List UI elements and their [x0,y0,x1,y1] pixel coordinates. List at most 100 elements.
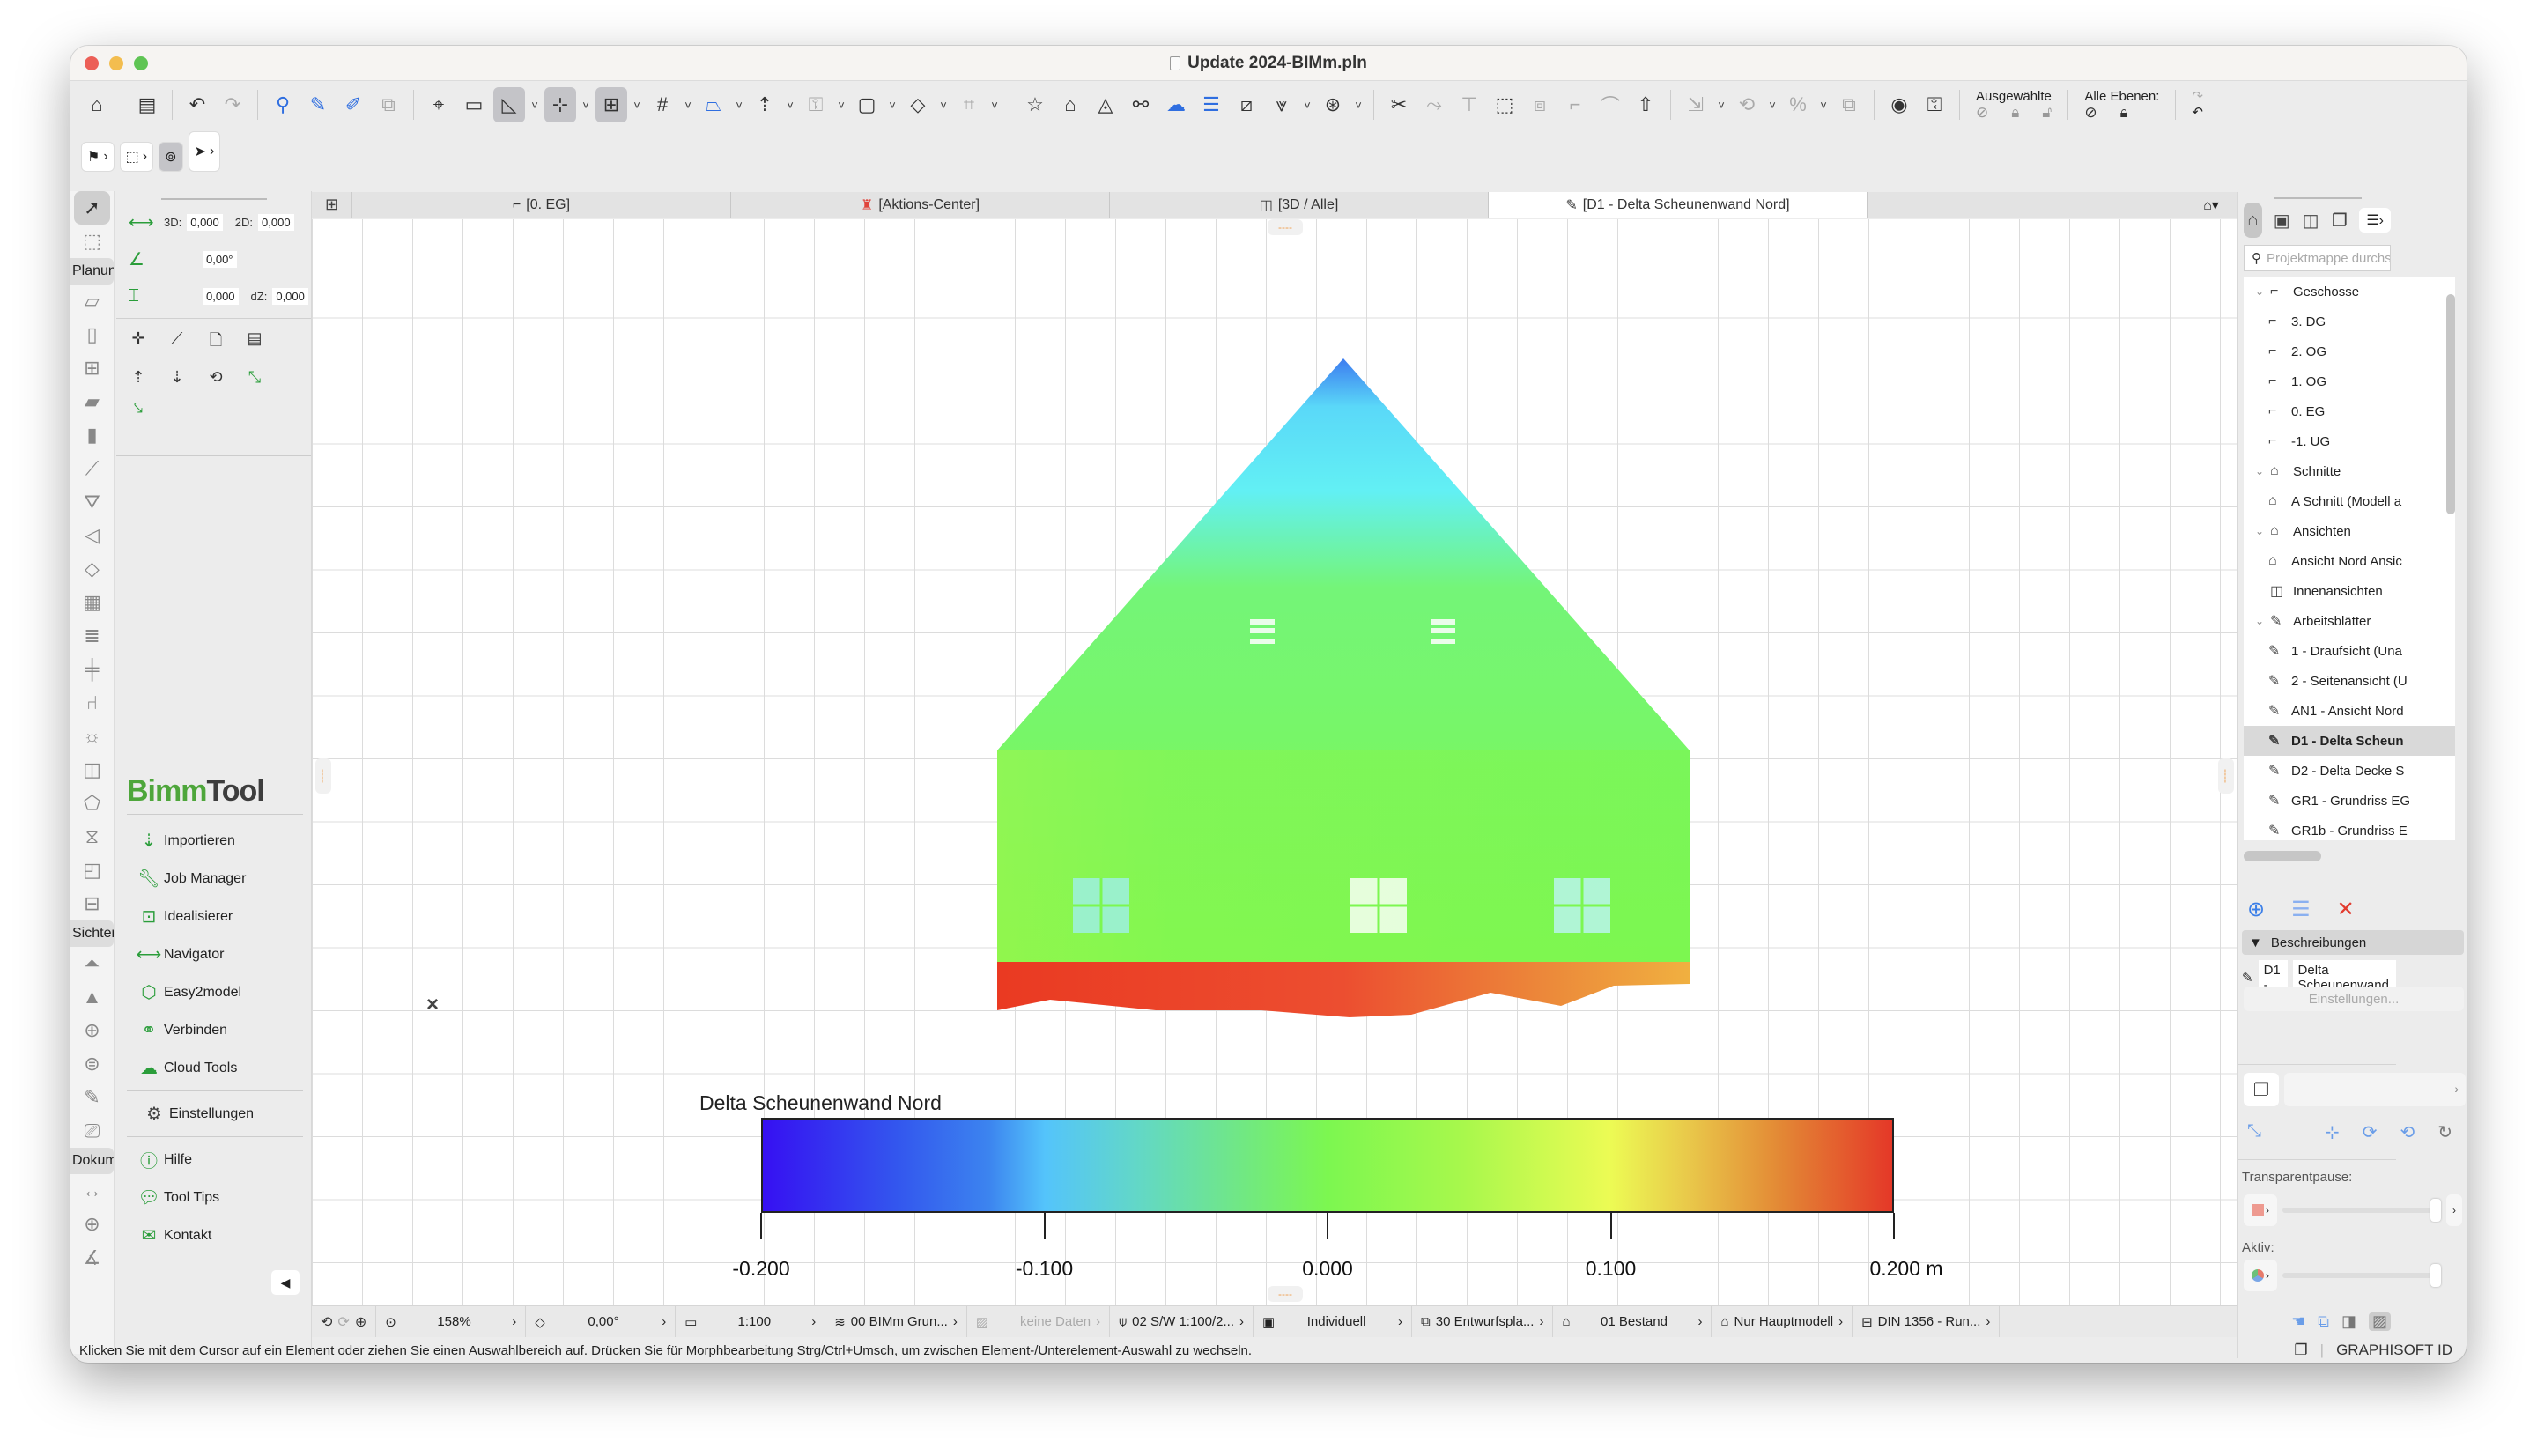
tree-item[interactable]: ✎ D2 - Delta Decke S [2244,756,2455,786]
lock-swap-icon[interactable]: ⚿ [1919,87,1950,122]
bimm-hilfe[interactable]: ⓘ Hilfe [127,1141,303,1179]
zoom-back-icon[interactable]: ⟲ [321,1313,332,1331]
fit-icon[interactable]: ⧈ [1524,87,1556,122]
chevron-down-icon[interactable]: ˅ [937,99,950,112]
project-search-input[interactable]: ⚲ Projektmappe durchsuchen [2244,245,2391,271]
renovation-filter-selector[interactable]: ⌂ 01 Bestand › [1553,1306,1712,1337]
tree-item[interactable]: ⌄ ⌐ Geschosse [2244,277,2455,307]
chevron-down-icon[interactable]: ˅ [886,99,899,112]
find-select-icon[interactable]: ⚲ [267,87,299,122]
display-icon[interactable]: ▢ [851,87,883,122]
project-map-icon[interactable]: ⌂ [2244,203,2262,238]
chevron-down-icon[interactable]: ˅ [1766,99,1779,112]
elevation-icon[interactable]: ⇡ [749,87,780,122]
favorite-icon[interactable]: ☆ [1019,87,1051,122]
reset-icon[interactable]: ⟲ [204,368,227,387]
bimm-job-manager[interactable]: 🔧︎ Job Manager [127,860,303,898]
chevron-down-icon[interactable]: ˅ [1817,99,1830,112]
minimize-window-button[interactable] [109,56,123,70]
tree-item[interactable]: ✎ GR1b - Grundriss E [2244,816,2455,840]
tree-horizontal-scrollbar[interactable] [2244,851,2321,861]
bimm-tool-tips[interactable]: 💬︎ Tool Tips [127,1179,303,1216]
tree-item[interactable]: ⌐ 2. OG [2244,336,2455,366]
dimension-standard-selector[interactable]: ⊟ DIN 1356 - Run... › [1853,1306,2001,1337]
add-view-icon[interactable]: ⊕ [2247,897,2265,922]
marker-icon[interactable]: ⊛ [1317,87,1349,122]
bimm-easy2model[interactable]: ⬡ Easy2model [127,973,303,1011]
angle-field[interactable]: 0,00° [203,250,237,268]
tree-item[interactable]: ⌐ 3. DG [2244,307,2455,336]
chevron-down-icon[interactable]: ˅ [988,99,1001,112]
model-view-icon[interactable]: ⌂ [1054,87,1086,122]
opening-tool-icon[interactable]: ◫ [70,753,114,787]
lock-all-icon[interactable]: 🔒︎ [2120,105,2128,121]
xyz-save-icon[interactable]: ▤ [243,329,266,356]
chevron-down-icon[interactable]: ˅ [1715,99,1727,112]
tree-item[interactable]: ⌐ -1. UG [2244,426,2455,456]
attribute-icon[interactable]: ⧄ [1231,87,1262,122]
window-switch-icon[interactable]: ❐ [2294,1341,2307,1359]
camera-target-icon[interactable]: ⊕ [70,1014,114,1047]
zoom-window-button[interactable] [134,56,148,70]
measure-icon[interactable]: ▭ [458,87,490,122]
object-tool-icon[interactable]: ⑁ [70,686,114,720]
rotation-selector[interactable]: ◇ 0,00° › [526,1306,677,1337]
layer-redo-icon[interactable]: ↷ [2192,89,2203,105]
drawing-canvas[interactable]: ---- ---- ---- ---- × Delta Scheunenwand… [312,219,2237,1305]
scale-selector[interactable]: ▭ 1:100 › [676,1306,826,1337]
chevron-down-icon[interactable]: ⌄ [2249,465,2270,477]
chevron-down-icon[interactable]: ˅ [733,99,745,112]
offset-icon[interactable]: ⇲ [1680,87,1712,122]
resize-icon[interactable]: ⬚ [1489,87,1520,122]
graphic-override-selector[interactable]: ⧉ 30 Entwurfspla... › [1412,1306,1554,1337]
color-swatch-button[interactable]: › [2244,1194,2277,1226]
swap-icon[interactable]: ⤡ [2247,1121,2261,1143]
move-up-icon[interactable]: ⇡ [127,368,150,387]
marquee-mode-button[interactable]: ⬚ › [119,142,154,172]
tree-item[interactable]: ⌄ ⌂ Ansichten [2244,516,2455,546]
chevron-down-icon[interactable]: ˅ [580,99,592,112]
tree-scrollbar[interactable] [2446,294,2455,514]
home-icon[interactable]: ⌂ [81,87,113,122]
tree-item[interactable]: ✎ AN1 - Ansicht Nord [2244,696,2455,726]
settings-button[interactable]: Einstellungen... [2244,987,2464,1011]
camera-tool-icon[interactable]: ⎚ [70,1114,114,1148]
marquee-tool-icon[interactable]: ⬚ [70,225,114,258]
bimm-einstellungen[interactable]: ⚙ Einstellungen [127,1095,303,1133]
stair-tool-icon[interactable]: ≣ [70,619,114,653]
tangent-icon[interactable]: ⟋ [166,329,189,356]
rotate-reference-icon[interactable]: ⟳ [2363,1121,2378,1143]
zoom-selector[interactable]: ⊙ 158% › [376,1306,527,1337]
elevation-tool-icon[interactable]: ▲ [70,980,114,1014]
arrow-tool-button[interactable]: ➤ › [188,131,221,172]
slab-tool-icon[interactable]: ▰ [70,385,114,418]
toolbox-section-design[interactable]: Planun [70,258,114,285]
interior-tool-icon[interactable]: ⊟ [70,887,114,920]
bimm-idealisierer[interactable]: ⊡ Idealisierer [127,898,303,935]
guide-icon[interactable]: ⊹ [544,87,576,122]
bimm-importieren[interactable]: ⇣ Importieren [127,822,303,860]
toolbox-section-viewpoints[interactable]: Sichter [70,920,114,947]
chevron-down-icon[interactable]: ˅ [631,99,643,112]
chevron-down-icon[interactable]: ⌄ [2249,285,2270,298]
right-edge-marker[interactable]: ---- [2218,758,2234,794]
reference-selector[interactable]: › [2284,1073,2466,1106]
railing-tool-icon[interactable]: ╪ [70,653,114,686]
chevron-down-icon[interactable]: ˅ [1352,99,1365,112]
eye-swap-icon[interactable]: ◉ [1883,87,1915,122]
fit-zoom-icon[interactable]: ⊙ [385,1314,396,1330]
tree-item[interactable]: ◫ Innenansichten [2244,576,2455,606]
hide-selected-icon[interactable]: ⊘ [1976,105,1988,121]
copy-icon[interactable]: ⧉ [1833,87,1865,122]
descriptions-header[interactable]: ▼ Beschreibungen [2242,930,2464,955]
toolbox-section-document[interactable]: Dokum [70,1148,114,1174]
radial-dimension-icon[interactable]: ⊕ [70,1208,114,1241]
grid-snap-icon[interactable]: # [647,87,678,122]
layout-icon[interactable]: ⏢ [698,87,729,122]
active-slider[interactable] [2282,1264,2441,1287]
chevron-down-icon[interactable]: ˅ [784,99,796,112]
selection-filter-button[interactable]: ⚑ › [81,142,115,172]
corner-icon[interactable]: ⌐ [1559,87,1591,122]
morph-tool-icon[interactable]: ⬠ [70,787,114,820]
tab-3d-alle[interactable]: ◫ [3D / Alle] [1110,192,1489,218]
